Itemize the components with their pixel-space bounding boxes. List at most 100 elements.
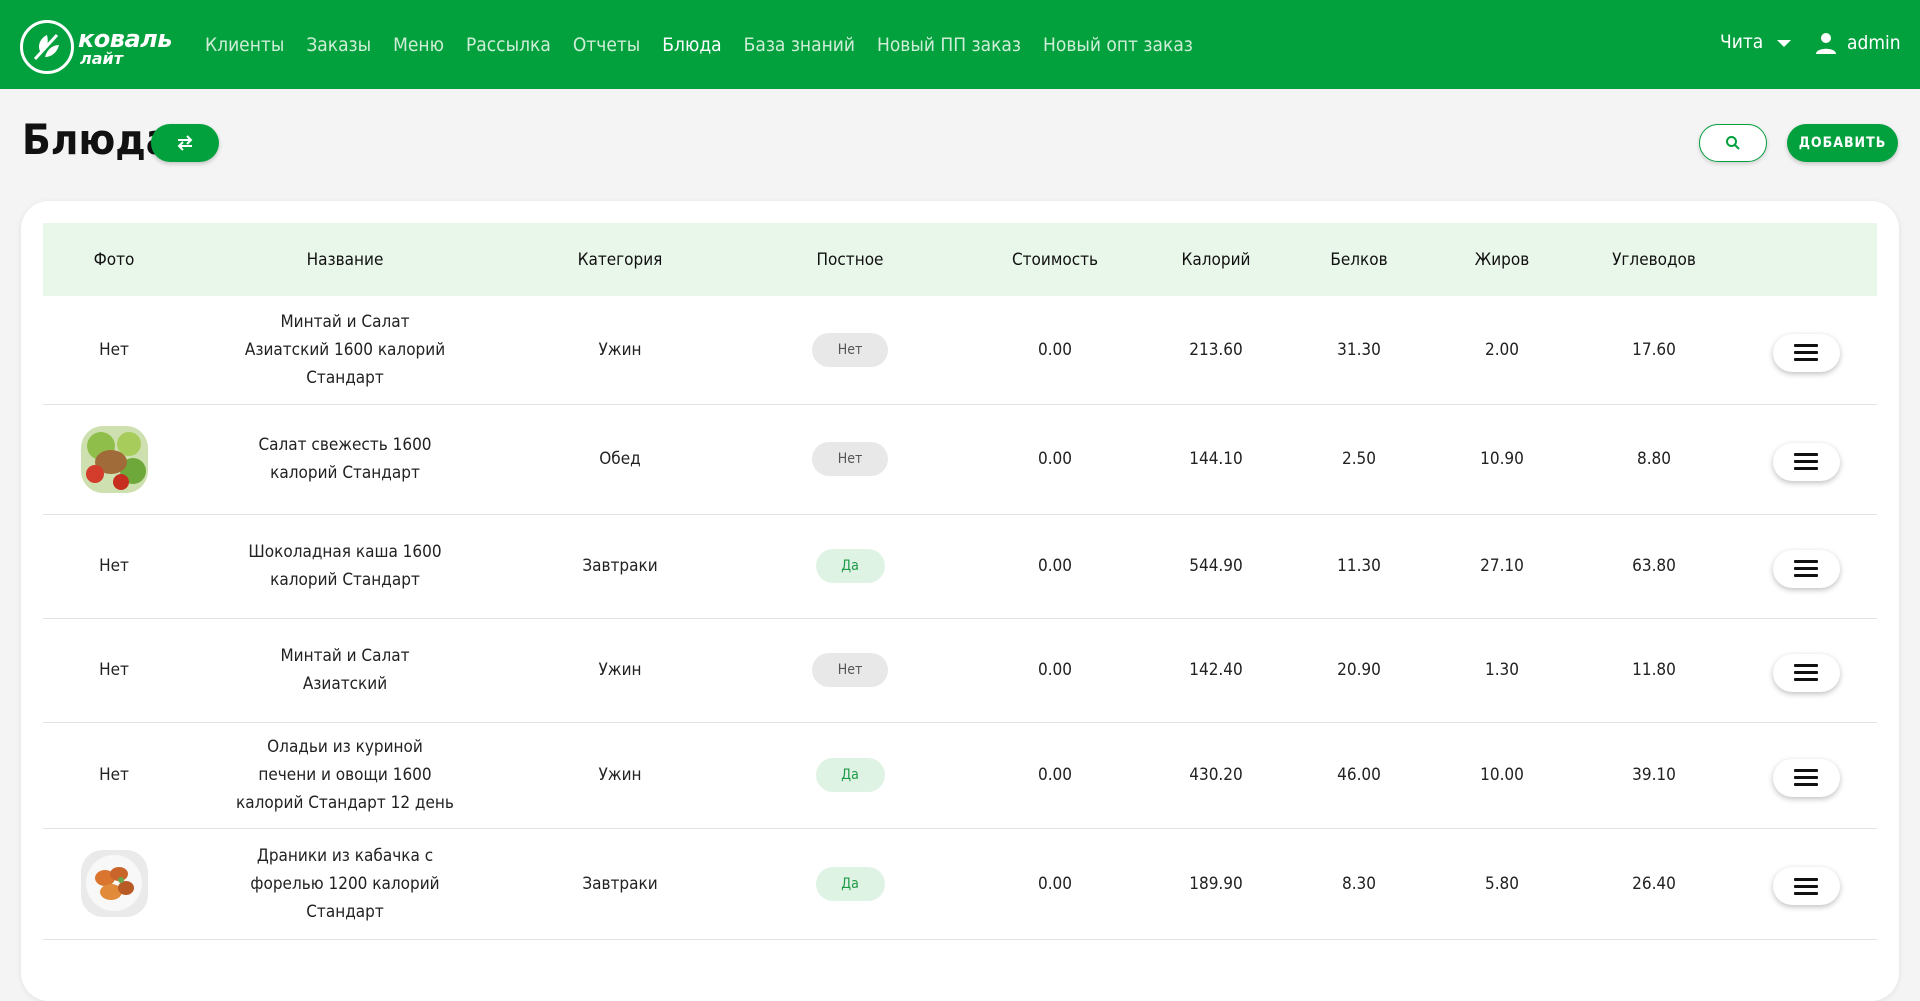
cost-cell: 0.00 [965, 618, 1145, 723]
dish-name-line: Стандарт [306, 367, 384, 388]
fat-cell: 2.00 [1431, 296, 1573, 405]
dish-name-line: Минтай и Салат [280, 311, 410, 332]
table-header-row: Фото Название Категория Постное Стоимост… [43, 223, 1877, 296]
category-cell: Ужин [505, 722, 735, 829]
dish-name-line: печени и овощи 1600 [258, 765, 432, 785]
table-row[interactable]: Драники из кабачка с форелью 1200 калори… [43, 828, 1877, 940]
row-menu-button[interactable] [1772, 653, 1840, 692]
lenten-badge: Нет [812, 332, 888, 367]
user-name: admin [1847, 32, 1901, 54]
cost-cell: 0.00 [965, 404, 1145, 515]
city-selector[interactable]: Чита [1720, 31, 1792, 53]
dish-name-line: Азиатский 1600 калорий [244, 339, 446, 360]
carbs-cell: 26.40 [1573, 828, 1735, 940]
actions-cell [1735, 514, 1877, 619]
salad-photo-icon [80, 425, 148, 493]
dish-name-line: Азиатский [302, 674, 388, 694]
column-header-protein: Белков [1330, 249, 1388, 270]
search-icon [1726, 136, 1740, 150]
swap-arrows-icon [177, 135, 193, 151]
user-menu[interactable]: admin [1814, 31, 1901, 55]
dish-name: Минтай и Салат Азиатский [185, 618, 505, 723]
dish-photo-draniki[interactable] [80, 850, 148, 917]
dish-name: Салат свежесть 1600 калорий Стандарт [185, 404, 505, 515]
dish-name: Минтай и Салат Азиатский 1600 калорий Ст… [185, 296, 505, 405]
page-title: Блюда [22, 115, 172, 164]
nav-item-mailing[interactable]: Рассылка [466, 34, 551, 56]
actions-cell [1735, 404, 1877, 515]
calories-cell: 142.40 [1145, 618, 1287, 723]
table-row[interactable]: Нет Оладьи из куриной печени и овощи 160… [43, 722, 1877, 829]
dish-name-line: Шоколадная каша 1600 [248, 542, 442, 562]
actions-cell [1735, 618, 1877, 723]
protein-cell: 46.00 [1287, 722, 1431, 829]
category-cell: Ужин [505, 618, 735, 723]
fat-cell: 27.10 [1431, 514, 1573, 619]
row-menu-button[interactable] [1772, 442, 1840, 481]
nav-item-orders[interactable]: Заказы [306, 34, 371, 56]
nav-item-dishes[interactable]: Блюда [662, 34, 721, 56]
nav-item-clients[interactable]: Клиенты [205, 34, 284, 56]
cost-cell: 0.00 [965, 722, 1145, 829]
category-cell: Ужин [505, 296, 735, 405]
column-header-actions [1735, 223, 1877, 296]
lenten-cell: Нет [735, 296, 965, 405]
dish-name-line: Стандарт [306, 901, 384, 922]
swap-view-button[interactable] [151, 124, 219, 162]
column-header-lenten: Постное [816, 249, 884, 270]
protein-cell: 31.30 [1287, 296, 1431, 405]
dish-name-line: калорий Стандарт [270, 570, 420, 590]
category-cell: Завтраки [505, 828, 735, 940]
city-label: Чита [1720, 31, 1764, 53]
chevron-down-icon [1777, 39, 1792, 47]
cost-cell: 0.00 [965, 828, 1145, 940]
calories-cell: 213.60 [1145, 296, 1287, 405]
table-row[interactable]: Нет Шоколадная каша 1600 калорий Стандар… [43, 514, 1877, 619]
fat-cell: 1.30 [1431, 618, 1573, 723]
category-cell: Обед [505, 404, 735, 515]
draniki-photo-icon [80, 850, 148, 917]
nav-item-knowledge-base[interactable]: База знаний [744, 34, 855, 56]
column-header-calories: Калорий [1181, 249, 1251, 270]
table-row[interactable]: Нет Минтай и Салат Азиатский Ужин Нет 0.… [43, 618, 1877, 723]
column-header-name: Название [306, 249, 384, 270]
protein-cell: 11.30 [1287, 514, 1431, 619]
add-dish-button[interactable]: ДОБАВИТЬ [1787, 124, 1898, 162]
column-header-cost: Стоимость [1011, 249, 1099, 270]
fat-cell: 5.80 [1431, 828, 1573, 940]
brand-logo[interactable]: коваль лайт [20, 20, 172, 74]
calories-cell: 189.90 [1145, 828, 1287, 940]
dish-name-line: Оладьи из куриной [267, 737, 423, 757]
column-header-category: Категория [577, 249, 663, 270]
table-row[interactable]: Нет Минтай и Салат Азиатский 1600 калори… [43, 296, 1877, 405]
calories-cell: 430.20 [1145, 722, 1287, 829]
user-icon [1816, 33, 1836, 54]
row-menu-button[interactable] [1772, 867, 1840, 906]
dishes-table: Фото Название Категория Постное Стоимост… [43, 223, 1877, 940]
dish-name: Оладьи из куриной печени и овощи 1600 ка… [185, 722, 505, 829]
carbs-cell: 39.10 [1573, 722, 1735, 829]
nav-item-new-wholesale-order[interactable]: Новый опт заказ [1043, 34, 1193, 56]
lenten-badge: Нет [812, 653, 888, 687]
nav-item-new-pp-order[interactable]: Новый ПП заказ [877, 34, 1021, 56]
lenten-badge: Да [815, 549, 885, 583]
row-menu-button[interactable] [1772, 333, 1840, 372]
nav-item-menu[interactable]: Меню [393, 34, 444, 56]
row-menu-button[interactable] [1772, 549, 1840, 588]
photo-cell: Нет [43, 722, 185, 829]
brand-line-1: коваль [78, 25, 172, 53]
column-header-carbs: Углеводов [1612, 249, 1696, 270]
brand-wordmark: коваль лайт [78, 27, 172, 67]
dish-photo-salad[interactable] [80, 425, 148, 493]
lenten-cell: Да [735, 722, 965, 829]
carbs-cell: 11.80 [1573, 618, 1735, 723]
table-row[interactable]: Салат свежесть 1600 калорий Стандарт Обе… [43, 404, 1877, 515]
brand-line-2: лайт [80, 49, 123, 68]
nav-item-reports[interactable]: Отчеты [573, 34, 640, 56]
row-menu-button[interactable] [1772, 758, 1840, 797]
dish-name: Шоколадная каша 1600 калорий Стандарт [185, 514, 505, 619]
photo-cell [43, 404, 185, 515]
search-button[interactable] [1699, 124, 1767, 162]
lenten-cell: Да [735, 828, 965, 940]
lenten-cell: Нет [735, 618, 965, 723]
